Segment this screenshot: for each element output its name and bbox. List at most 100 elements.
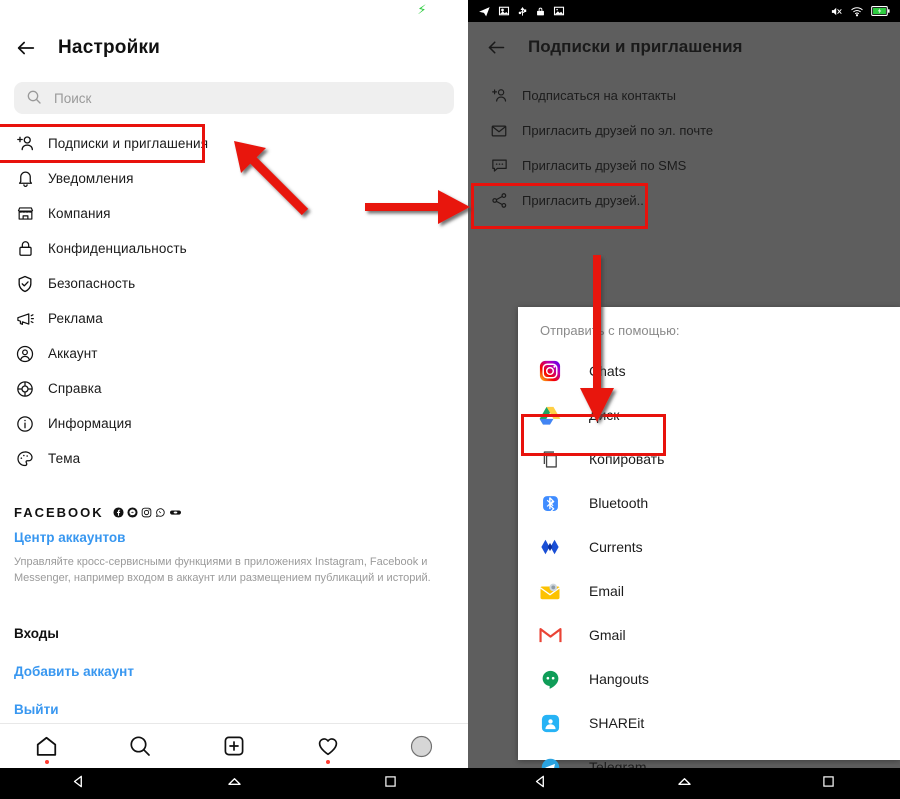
hangouts-icon xyxy=(538,667,562,691)
share-option-hangouts[interactable]: Hangouts xyxy=(518,657,900,701)
tab-profile[interactable] xyxy=(398,729,444,763)
android-back-icon[interactable] xyxy=(69,772,88,796)
mute-icon xyxy=(831,7,842,15)
plus-square-icon xyxy=(224,736,244,756)
menu-item-invite-friends-share[interactable]: Пригласить друзей... xyxy=(468,183,900,218)
back-arrow-icon[interactable] xyxy=(4,37,48,59)
sidebar-item-label: Подписки и приглашения xyxy=(48,136,209,151)
share-app-list: Chats Диск Копировать Bluetooth Currents… xyxy=(518,349,900,789)
menu-item-follow-contacts[interactable]: Подписаться на контакты xyxy=(468,78,900,113)
activity-badge-dot xyxy=(325,760,330,764)
tab-activity[interactable] xyxy=(305,729,351,764)
menu-item-invite-sms[interactable]: Пригласить друзей по SMS xyxy=(468,148,900,183)
sidebar-item-security[interactable]: Безопасность xyxy=(0,266,468,301)
sidebar-item-privacy[interactable]: Конфиденциальность xyxy=(0,231,468,266)
info-icon xyxy=(14,413,36,435)
facebook-label: FACEBOOK xyxy=(14,504,104,520)
search-input[interactable]: Поиск xyxy=(14,82,454,114)
copy-icon xyxy=(538,447,562,471)
sidebar-item-label: Уведомления xyxy=(48,171,134,186)
share-option-chats[interactable]: Chats xyxy=(518,349,900,393)
tab-home[interactable] xyxy=(24,729,70,764)
sidebar-item-help[interactable]: Справка xyxy=(0,371,468,406)
usb-icon xyxy=(518,6,527,16)
tab-create[interactable] xyxy=(211,729,257,763)
instagram-icon xyxy=(538,359,562,383)
shield-check-icon xyxy=(14,273,36,295)
search-icon xyxy=(130,736,151,756)
share-option-label: Bluetooth xyxy=(589,495,649,511)
android-home-icon[interactable] xyxy=(675,772,694,796)
share-option-label: Диск xyxy=(589,407,620,423)
share-option-shareit[interactable]: SHAREit xyxy=(518,701,900,745)
home-badge-dot xyxy=(44,760,49,764)
sidebar-item-business[interactable]: Компания xyxy=(0,196,468,231)
gmail-icon xyxy=(538,623,562,647)
share-option-bluetooth[interactable]: Bluetooth xyxy=(518,481,900,525)
sidebar-item-account[interactable]: Аккаунт xyxy=(0,336,468,371)
page-title: Настройки xyxy=(58,37,161,58)
home-icon xyxy=(37,736,57,756)
accounts-center-link[interactable]: Центр аккаунтов xyxy=(14,530,454,545)
sidebar-item-label: Реклама xyxy=(48,311,103,326)
android-back-icon[interactable] xyxy=(531,772,550,796)
wifi-icon xyxy=(851,6,863,16)
currents-icon xyxy=(538,535,562,559)
share-option-label: Копировать xyxy=(589,451,665,467)
share-sheet-dialog: Отправить с помощью: Chats Диск Копирова… xyxy=(518,307,900,776)
bolt-icon: ⚡ xyxy=(417,2,427,17)
screenshot-stage: ⚡ Настройки Поиск Подписки и приглашения xyxy=(0,0,900,799)
tab-search[interactable] xyxy=(117,729,163,763)
menu-item-label: Пригласить друзей по SMS xyxy=(522,158,687,173)
search-icon xyxy=(26,89,44,107)
share-option-copy[interactable]: Копировать xyxy=(518,437,900,481)
logins-section-title: Входы xyxy=(14,626,59,641)
battery-charging-icon xyxy=(871,6,890,16)
menu-item-label: Пригласить друзей по эл. почте xyxy=(522,123,714,138)
sidebar-item-label: Компания xyxy=(48,206,111,221)
sidebar-item-info[interactable]: Информация xyxy=(0,406,468,441)
sidebar-item-ads[interactable]: Реклама xyxy=(0,301,468,336)
sim-icon xyxy=(553,6,565,16)
lock-icon xyxy=(14,238,36,260)
share-option-email[interactable]: Email xyxy=(518,569,900,613)
messenger-icon xyxy=(127,506,138,518)
profile-avatar-icon xyxy=(410,735,432,757)
share-sheet-title: Отправить с помощью: xyxy=(540,323,680,338)
menu-item-label: Пригласить друзей... xyxy=(522,193,648,208)
share-option-label: Gmail xyxy=(589,627,626,643)
share-option-label: Currents xyxy=(589,539,643,555)
menu-item-invite-email[interactable]: Пригласить друзей по эл. почте xyxy=(468,113,900,148)
search-placeholder: Поиск xyxy=(54,90,92,106)
sidebar-item-label: Аккаунт xyxy=(48,346,98,361)
logout-link[interactable]: Выйти xyxy=(14,702,59,717)
android-recents-icon[interactable] xyxy=(382,773,399,795)
envelope-icon xyxy=(488,120,510,142)
share-option-label: Hangouts xyxy=(589,671,649,687)
share-icon xyxy=(488,190,510,212)
android-home-icon[interactable] xyxy=(225,772,244,796)
sidebar-item-label: Конфиденциальность xyxy=(48,241,187,256)
store-icon xyxy=(14,203,36,225)
share-option-label: Chats xyxy=(589,363,626,379)
share-option-currents[interactable]: Currents xyxy=(518,525,900,569)
share-option-drive[interactable]: Диск xyxy=(518,393,900,437)
add-account-link[interactable]: Добавить аккаунт xyxy=(14,664,134,679)
left-header: Настройки xyxy=(0,22,468,74)
invitations-menu-list: Подписаться на контакты Пригласить друзе… xyxy=(468,78,900,218)
android-recents-icon[interactable] xyxy=(820,773,837,795)
share-option-gmail[interactable]: Gmail xyxy=(518,613,900,657)
bluetooth-icon xyxy=(538,491,562,515)
back-arrow-icon[interactable] xyxy=(474,37,518,58)
bottom-tab-bar xyxy=(0,723,468,768)
sidebar-item-label: Тема xyxy=(48,451,81,466)
oculus-icon xyxy=(169,509,181,515)
lifebuoy-icon xyxy=(14,378,36,400)
sidebar-item-notifications[interactable]: Уведомления xyxy=(0,161,468,196)
sidebar-item-subscriptions[interactable]: Подписки и приглашения xyxy=(0,126,468,161)
sidebar-item-theme[interactable]: Тема xyxy=(0,441,468,476)
bell-icon xyxy=(14,168,36,190)
settings-menu-list: Подписки и приглашения Уведомления Компа… xyxy=(0,126,468,476)
share-option-label: Email xyxy=(589,583,625,599)
google-drive-icon xyxy=(538,403,562,427)
